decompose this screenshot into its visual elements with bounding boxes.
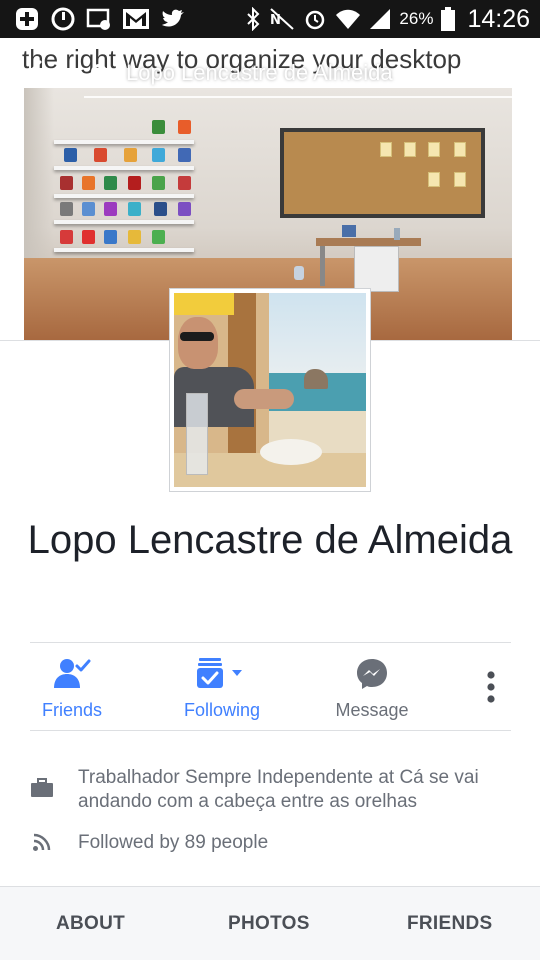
status-bar: N 26% 14:26 [0,0,540,38]
divider [30,642,511,643]
following-icon [197,658,242,688]
search-icon[interactable] [90,63,112,85]
battery-icon [441,7,456,31]
top-nav: Lopo Lencastre de Almeida [0,38,540,100]
following-label: Following [183,700,261,720]
back-arrow-icon[interactable] [28,60,56,82]
wifi-icon [336,9,361,29]
divider [30,730,511,731]
add-icon [16,8,38,30]
work-info[interactable]: Trabalhador Sempre Independente at Cá se… [78,766,508,814]
twitter-icon [162,9,184,27]
notification-icons [14,5,186,33]
briefcase-icon [31,778,53,797]
followers-info[interactable]: Followed by 89 people [78,831,268,855]
rss-icon [33,833,51,851]
nfc-icon: N [270,8,295,30]
tab-friends[interactable]: FRIENDS [407,913,493,935]
sync-icon [51,7,75,31]
friends-button[interactable]: Friends [2,650,142,730]
alarm-icon [306,10,325,30]
battery-percent: 26% [399,9,434,28]
clock: 14:26 [467,4,530,33]
following-button[interactable]: Following [152,650,292,730]
messenger-icon [357,659,387,689]
search-underline [84,96,512,98]
cork-board [280,128,485,218]
message-button[interactable]: Message [302,650,442,730]
message-label: Message [335,700,409,720]
voicemail-icon [86,8,110,30]
friends-check-icon [54,659,91,688]
friends-label: Friends [41,700,103,720]
more-options-icon[interactable] [480,670,502,704]
profile-name: Lopo Lencastre de Almeida [27,518,513,562]
bluetooth-icon [247,7,260,31]
profile-tab-bar: ABOUT PHOTOS FRIENDS [0,886,540,960]
search-input[interactable]: Lopo Lencastre de Almeida [126,60,393,86]
signal-icon [370,9,391,29]
tab-about[interactable]: ABOUT [56,913,125,935]
gmail-icon [123,9,149,29]
profile-picture[interactable] [169,288,371,492]
tab-photos[interactable]: PHOTOS [228,913,310,935]
system-icons: N 26% 14:26 [245,5,530,33]
